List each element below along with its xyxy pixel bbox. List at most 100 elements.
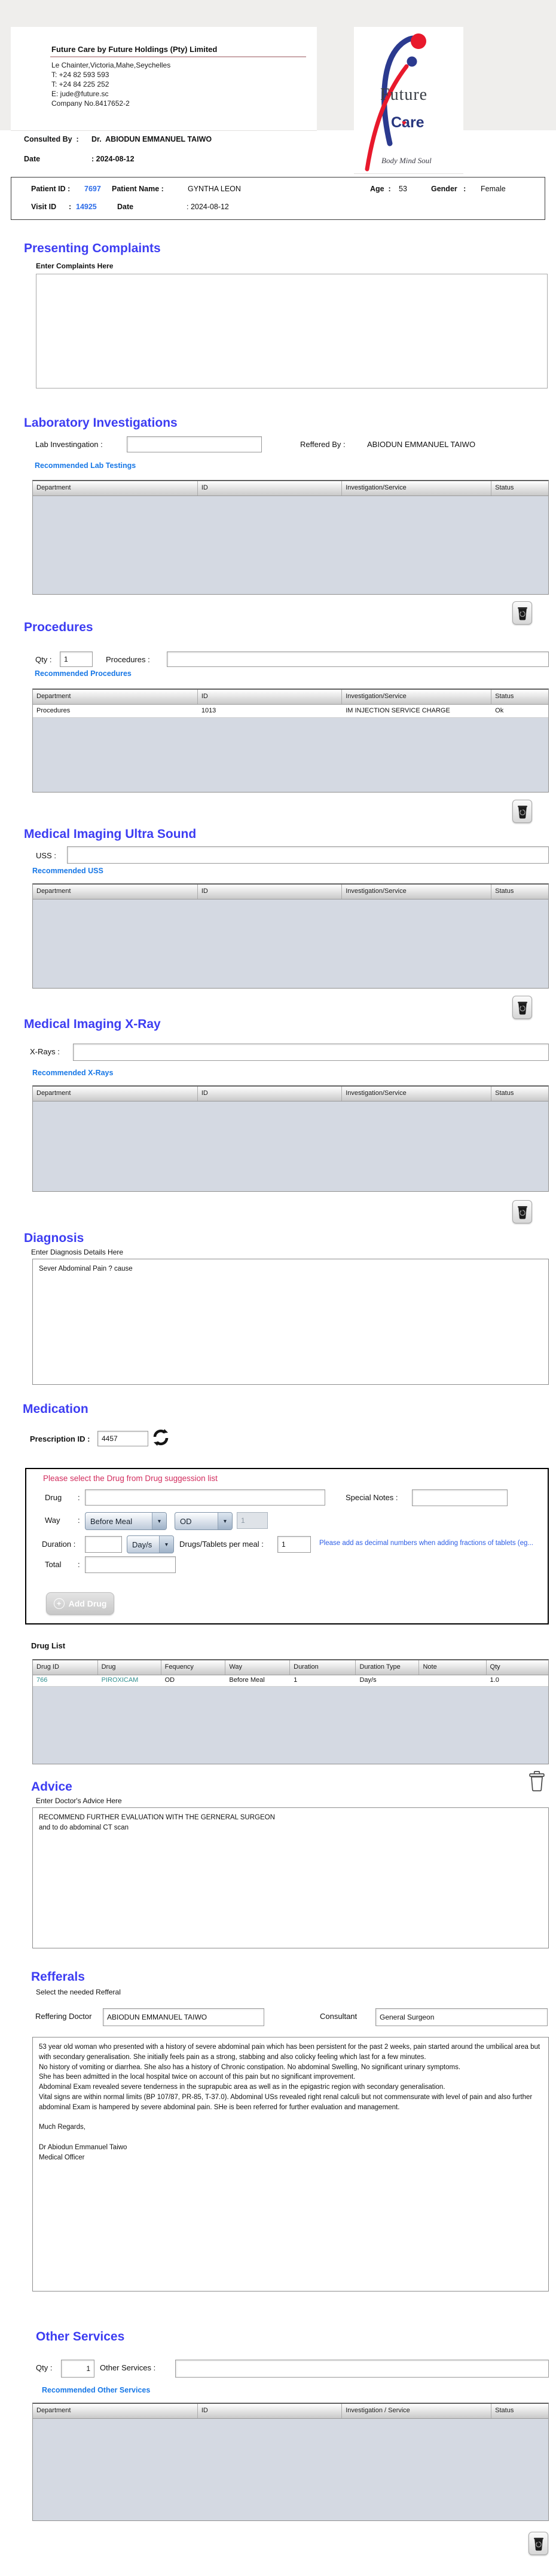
company-name-underline bbox=[50, 56, 306, 57]
consulted-by-value: Dr. ABIODUN EMMANUEL TAIWO bbox=[91, 135, 212, 143]
lab-col-id: ID bbox=[198, 481, 343, 495]
lab-col-service: Investigation/Service bbox=[342, 481, 492, 495]
frequency-select[interactable]: OD ▼ bbox=[175, 1512, 233, 1530]
referred-by-label: Reffered By : bbox=[300, 440, 346, 449]
per-meal-input[interactable] bbox=[277, 1536, 311, 1553]
xray-label: X-Rays : bbox=[30, 1047, 60, 1056]
proc-col-id: ID bbox=[198, 690, 343, 704]
delete-other-services-button[interactable] bbox=[528, 2532, 548, 2555]
lab-table: Department ID Investigation/Service Stat… bbox=[32, 480, 549, 595]
proc-cell-id: 1013 bbox=[201, 707, 216, 714]
company-name: Future Care by Future Holdings (Pty) Lim… bbox=[51, 45, 218, 54]
logo-tagline: Body Mind Soul bbox=[381, 156, 432, 165]
recommended-other-services-link[interactable]: Recommended Other Services bbox=[42, 2386, 150, 2394]
recommended-procedures-link[interactable]: Recommended Procedures bbox=[35, 669, 132, 678]
referrals-title: Refferals bbox=[31, 1970, 85, 1984]
total-label: Total bbox=[45, 1560, 62, 1569]
xray-input[interactable] bbox=[73, 1044, 549, 1061]
referring-doctor-input[interactable] bbox=[103, 2008, 264, 2026]
per-meal-label: Drugs/Tablets per meal : bbox=[179, 1540, 264, 1549]
drug-input[interactable] bbox=[85, 1489, 325, 1506]
advice-textarea[interactable]: RECOMMEND FURTHER EVALUATION WITH THE GE… bbox=[32, 1807, 549, 1948]
uss-input[interactable] bbox=[67, 846, 549, 864]
patient-id-label: Patient ID : bbox=[31, 185, 71, 193]
drug-cell-duration-type: Day/s bbox=[359, 1676, 377, 1684]
presenting-complaints-title: Presenting Complaints bbox=[24, 241, 161, 255]
chevron-down-icon: ▼ bbox=[152, 1513, 166, 1529]
other-col-status: Status bbox=[495, 2407, 514, 2414]
delete-procedures-button[interactable] bbox=[512, 800, 532, 823]
recommended-xray-link[interactable]: Recommended X-Rays bbox=[32, 1069, 113, 1077]
drug-colon: : bbox=[78, 1493, 80, 1502]
drug-cell-frequency: OD bbox=[164, 1676, 175, 1684]
other-qty-label: Qty : bbox=[36, 2363, 53, 2372]
refresh-icon bbox=[153, 1429, 169, 1446]
laboratory-title: Laboratory Investigations bbox=[24, 416, 178, 430]
consulted-by-label: Consulted By : bbox=[24, 135, 79, 143]
medication-title: Medication bbox=[23, 1402, 88, 1416]
xray-table-header: Department ID Investigation/Service Stat… bbox=[33, 1087, 548, 1102]
add-drug-button[interactable]: + Add Drug bbox=[46, 1592, 114, 1615]
uss-title: Medical Imaging Ultra Sound bbox=[24, 827, 197, 841]
total-input[interactable] bbox=[85, 1556, 176, 1573]
referral-letter-textarea[interactable]: 53 year old woman who presented with a h… bbox=[32, 2037, 549, 2292]
xray-col-department: Department bbox=[33, 1087, 198, 1101]
advice-label: Enter Doctor's Advice Here bbox=[36, 1797, 122, 1805]
special-notes-input[interactable] bbox=[412, 1489, 508, 1506]
delete-lab-button[interactable] bbox=[512, 601, 532, 625]
delete-uss-button[interactable] bbox=[512, 996, 532, 1019]
gender-label: Gender : bbox=[431, 185, 466, 193]
drug-cell-duration: 1 bbox=[294, 1676, 298, 1684]
drug-list-table: Drug ID Drug Fequency Way Duration Durat… bbox=[32, 1659, 549, 1764]
complaints-textarea[interactable] bbox=[36, 274, 548, 388]
other-services-input[interactable] bbox=[175, 2360, 549, 2378]
xray-table: Department ID Investigation/Service Stat… bbox=[32, 1085, 549, 1192]
trash-outline-icon bbox=[529, 1771, 545, 1792]
drug-cell-drug: PIROXICAM bbox=[101, 1676, 139, 1684]
way-select[interactable]: Before Meal ▼ bbox=[85, 1512, 167, 1530]
prescription-id-input[interactable] bbox=[97, 1431, 148, 1446]
way-label: Way bbox=[45, 1516, 60, 1525]
duration-input[interactable] bbox=[85, 1536, 122, 1553]
delete-advice-button[interactable] bbox=[528, 1770, 545, 1793]
xray-col-service: Investigation/Service bbox=[342, 1087, 492, 1101]
duration-unit-select[interactable]: Day/s ▼ bbox=[127, 1535, 174, 1553]
visit-date-value: : 2024-08-12 bbox=[187, 203, 229, 211]
patient-id-value: 7697 bbox=[84, 185, 101, 193]
visit-id-value: 14925 bbox=[76, 203, 97, 211]
other-services-table: Department ID Investigation / Service St… bbox=[32, 2403, 549, 2521]
futurecare-logo: Future Care ♥ Body Mind Soul bbox=[365, 33, 432, 172]
consultant-input[interactable] bbox=[375, 2008, 548, 2026]
diagnosis-textarea[interactable]: Sever Abdominal Pain ? cause bbox=[32, 1259, 549, 1385]
referrals-label: Select the needed Refferal bbox=[36, 1988, 121, 1996]
chevron-down-icon: ▼ bbox=[218, 1513, 232, 1529]
logo-box: Future Care ♥ Body Mind Soul bbox=[354, 27, 463, 173]
recommended-lab-testings-link[interactable]: Recommended Lab Testings bbox=[35, 461, 136, 470]
complaints-label: Enter Complaints Here bbox=[36, 262, 114, 270]
refresh-prescription-button[interactable] bbox=[152, 1427, 170, 1448]
duration-label: Duration : bbox=[42, 1540, 76, 1549]
consultant-label: Consultant bbox=[320, 2012, 358, 2021]
lab-col-department: Department bbox=[33, 481, 198, 495]
recommended-uss-link[interactable]: Recommended USS bbox=[32, 867, 103, 875]
lab-investigation-input[interactable] bbox=[127, 436, 262, 452]
table-row[interactable]: Procedures 1013 IM INJECTION SERVICE CHA… bbox=[33, 705, 548, 718]
proc-col-service: Investigation/Service bbox=[342, 690, 492, 704]
drug-col-frequency: Fequency bbox=[161, 1660, 226, 1675]
fraction-note: Please add as decimal numbers when addin… bbox=[319, 1540, 533, 1547]
patient-name-value: GYNTHA LEON bbox=[188, 185, 241, 193]
diagnosis-label: Enter Diagnosis Details Here bbox=[31, 1248, 124, 1256]
other-qty-input[interactable] bbox=[61, 2360, 94, 2378]
proc-col-department: Department bbox=[33, 690, 198, 704]
logo-heart-icon: ♥ bbox=[402, 118, 407, 127]
proc-col-status: Status bbox=[495, 693, 514, 700]
drug-list-label: Drug List bbox=[31, 1641, 66, 1650]
procedures-qty-input[interactable] bbox=[60, 651, 93, 667]
table-row[interactable]: 766 PIROXICAM OD Before Meal 1 Day/s 1.0 bbox=[33, 1675, 548, 1687]
drug-warning-text: Please select the Drug from Drug suggess… bbox=[43, 1474, 218, 1483]
delete-xray-button[interactable] bbox=[512, 1200, 532, 1223]
proc-cell-service: IM INJECTION SERVICE CHARGE bbox=[346, 707, 450, 714]
gender-value: Female bbox=[481, 185, 506, 193]
total-colon: : bbox=[78, 1560, 80, 1569]
procedures-input[interactable] bbox=[167, 651, 549, 667]
